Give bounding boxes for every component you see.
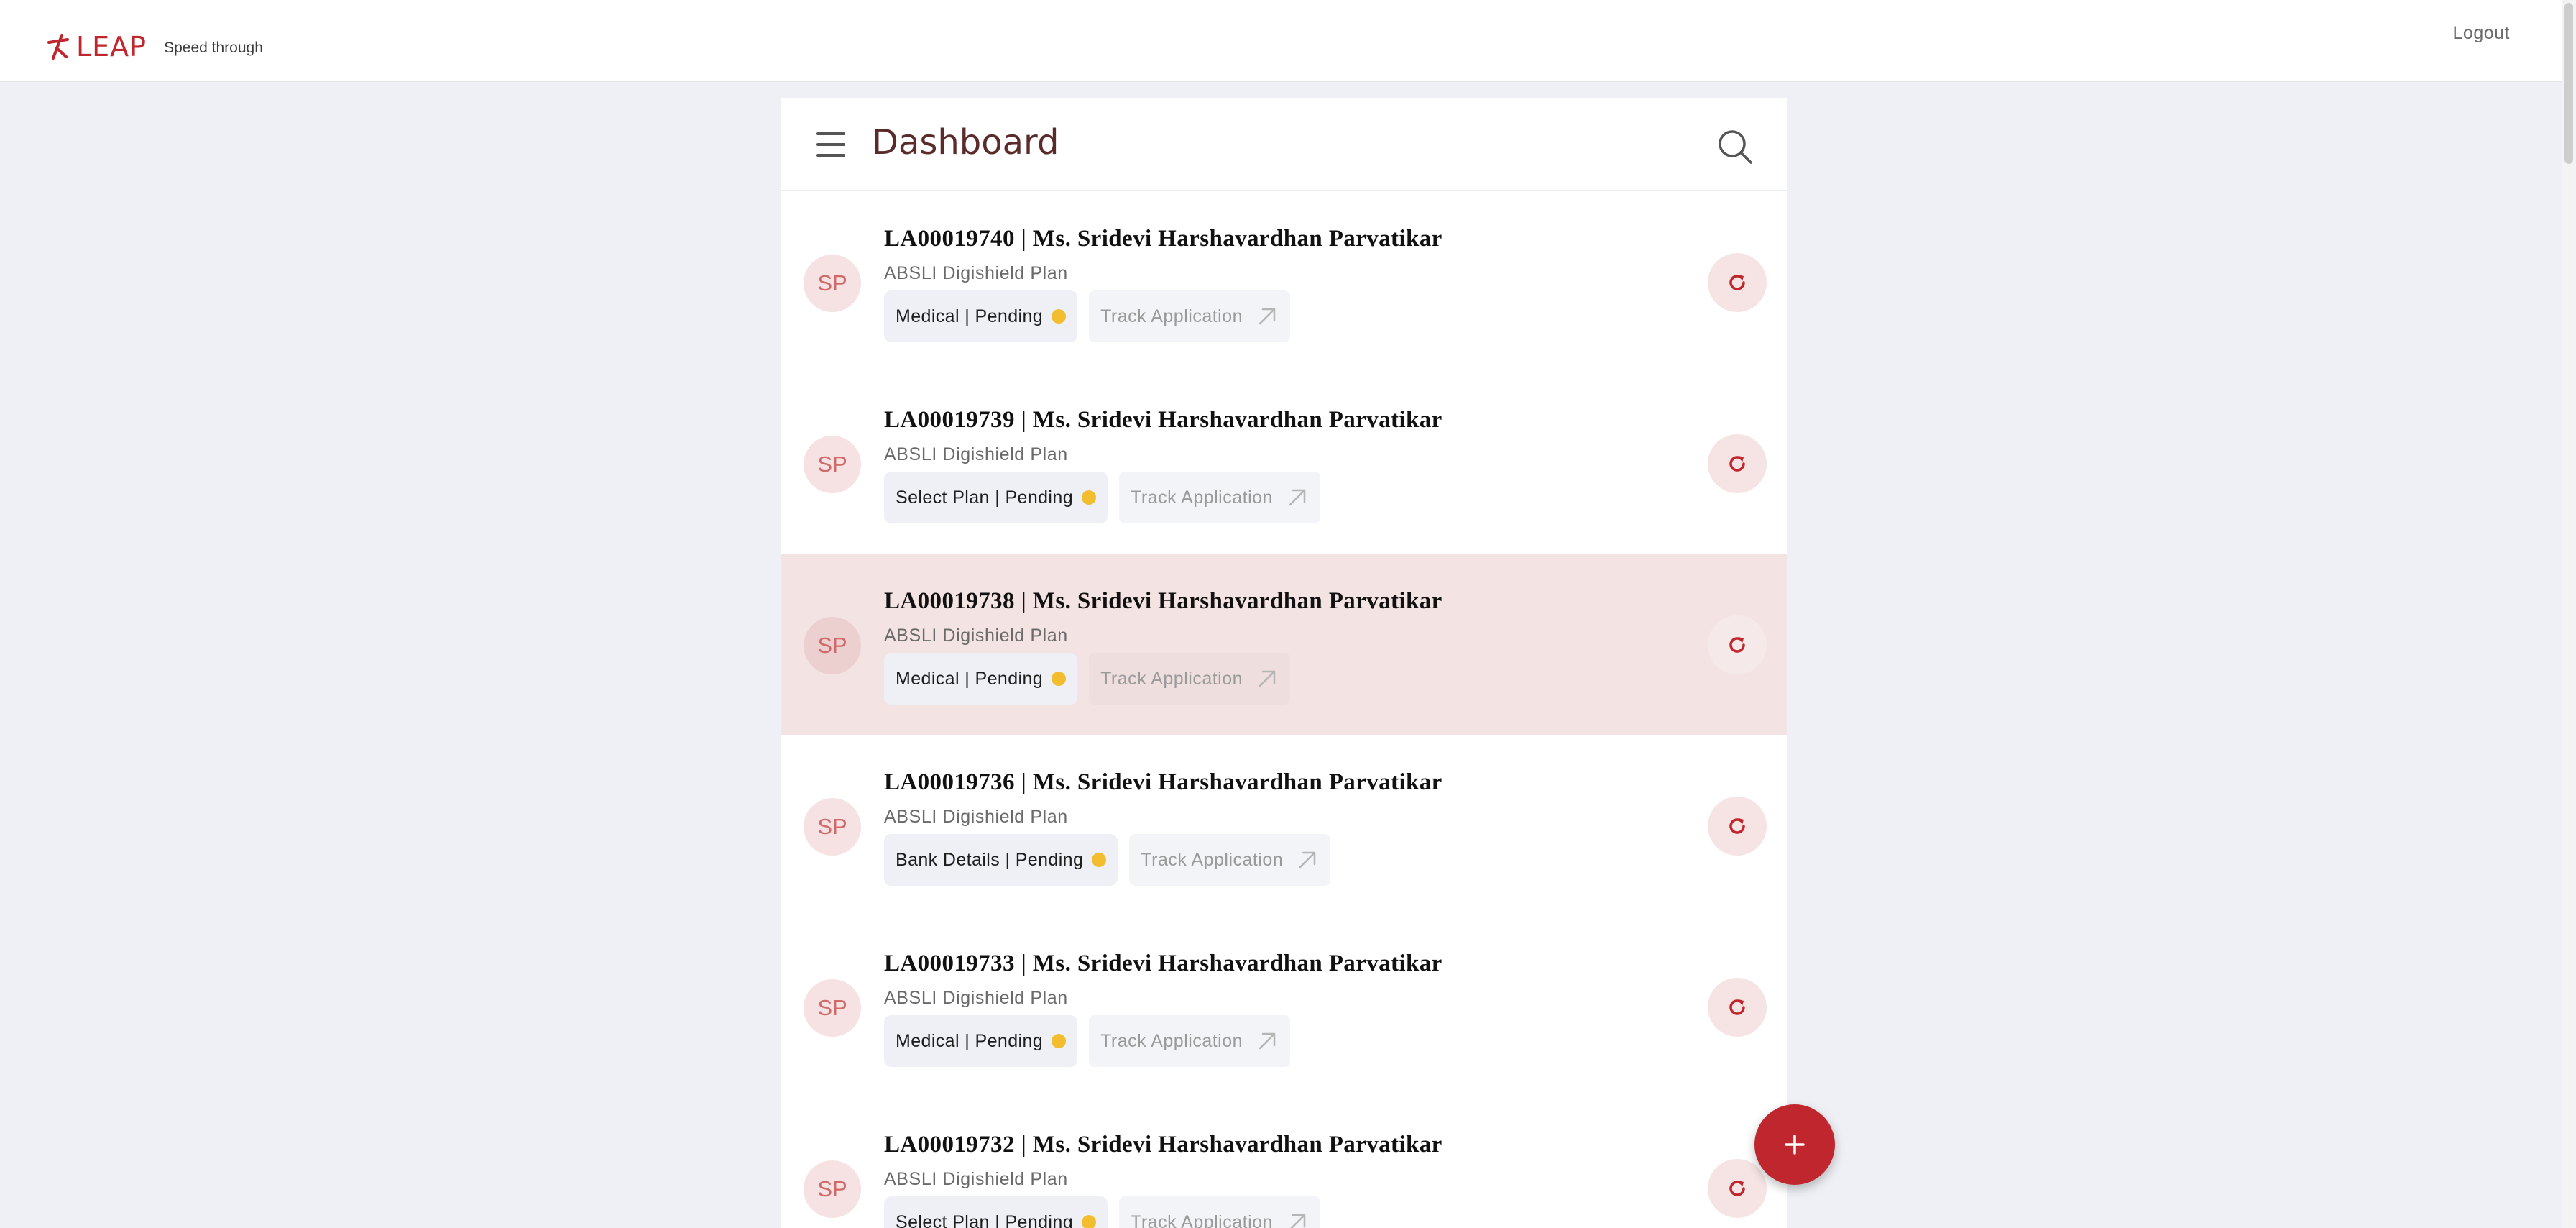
status-chip: Select Plan | Pending (884, 472, 1108, 523)
status-label: Bank Details | Pending (896, 849, 1084, 870)
application-row[interactable]: SP LA00019740 | Ms. Sridevi Harshavardha… (781, 191, 1787, 372)
application-title: LA00019733 | Ms. Sridevi Harshavardhan P… (884, 950, 1443, 976)
avatar: SP (804, 979, 861, 1037)
refresh-button[interactable] (1708, 797, 1767, 856)
plus-icon (1785, 1135, 1805, 1155)
pending-dot-icon (1052, 672, 1067, 686)
application-row[interactable]: SP LA00019733 | Ms. Sridevi Harshavardha… (781, 916, 1787, 1097)
application-title: LA00019738 | Ms. Sridevi Harshavardhan P… (884, 588, 1443, 614)
leap-runner-icon (47, 34, 69, 60)
brand-logo[interactable]: LEAP Speed through (46, 29, 263, 65)
plan-name: ABSLI Digishield Plan (884, 263, 1068, 283)
arrow-up-right-icon (1289, 489, 1306, 506)
avatar: SP (804, 798, 861, 856)
status-label: Medical | Pending (896, 668, 1044, 689)
search-icon[interactable] (1716, 128, 1754, 165)
avatar: SP (804, 436, 861, 493)
track-application-button[interactable]: Track Application (1089, 653, 1291, 705)
track-application-label: Track Application (1100, 1030, 1243, 1051)
status-chip: Select Plan | Pending (884, 1196, 1108, 1228)
scrollbar-thumb[interactable] (2564, 3, 2573, 164)
plan-name: ABSLI Digishield Plan (884, 988, 1068, 1008)
track-application-label: Track Application (1100, 668, 1243, 689)
avatar: SP (804, 617, 861, 674)
pending-dot-icon (1082, 1215, 1096, 1228)
avatar: SP (804, 1160, 861, 1218)
arrow-up-right-icon (1259, 308, 1276, 325)
arrow-up-right-icon (1259, 670, 1276, 687)
plan-name: ABSLI Digishield Plan (884, 626, 1068, 646)
application-row[interactable]: SP LA00019732 | Ms. Sridevi Harshavardha… (781, 1097, 1787, 1228)
refresh-icon (1729, 1181, 1745, 1196)
refresh-icon (1729, 456, 1745, 472)
track-application-label: Track Application (1141, 849, 1284, 870)
track-application-label: Track Application (1131, 1211, 1273, 1228)
application-title: LA00019736 | Ms. Sridevi Harshavardhan P… (884, 769, 1443, 795)
application-title: LA00019739 | Ms. Sridevi Harshavardhan P… (884, 407, 1443, 433)
refresh-button[interactable] (1708, 978, 1767, 1037)
top-bar: LEAP Speed through Logout (0, 0, 2576, 82)
refresh-button[interactable] (1708, 615, 1767, 674)
add-application-button[interactable] (1754, 1104, 1835, 1185)
avatar: SP (804, 255, 861, 312)
refresh-icon (1729, 818, 1745, 834)
pending-dot-icon (1052, 309, 1067, 324)
status-chip: Bank Details | Pending (884, 834, 1118, 886)
application-row[interactable]: SP LA00019738 | Ms. Sridevi Harshavardha… (781, 554, 1787, 735)
refresh-button[interactable] (1708, 253, 1767, 312)
page-title: Dashboard (872, 122, 1059, 162)
logout-link[interactable]: Logout (2453, 23, 2510, 44)
status-label: Medical | Pending (896, 1030, 1044, 1051)
track-application-button[interactable]: Track Application (1119, 472, 1320, 523)
status-label: Select Plan | Pending (896, 487, 1073, 508)
refresh-button[interactable] (1708, 1159, 1767, 1218)
track-application-button[interactable]: Track Application (1089, 1015, 1291, 1067)
status-chip: Medical | Pending (884, 653, 1078, 705)
refresh-button[interactable] (1708, 434, 1767, 493)
plan-name: ABSLI Digishield Plan (884, 1169, 1068, 1189)
track-application-label: Track Application (1131, 487, 1273, 508)
status-chip: Medical | Pending (884, 1015, 1078, 1067)
status-label: Select Plan | Pending (896, 1211, 1073, 1228)
refresh-icon (1729, 275, 1745, 290)
hamburger-menu-icon[interactable] (816, 132, 845, 157)
status-label: Medical | Pending (896, 306, 1044, 326)
plan-name: ABSLI Digishield Plan (884, 444, 1068, 464)
refresh-icon (1729, 999, 1745, 1015)
brand-name: LEAP (76, 31, 147, 63)
pending-dot-icon (1082, 490, 1096, 505)
application-row[interactable]: SP LA00019736 | Ms. Sridevi Harshavardha… (781, 735, 1787, 916)
track-application-button[interactable]: Track Application (1119, 1196, 1320, 1228)
track-application-button[interactable]: Track Application (1089, 290, 1291, 342)
brand-tagline: Speed through (164, 40, 263, 56)
arrow-up-right-icon (1259, 1032, 1276, 1050)
arrow-up-right-icon (1299, 851, 1316, 869)
track-application-label: Track Application (1100, 306, 1243, 326)
arrow-up-right-icon (1290, 1214, 1306, 1228)
dashboard-header: Dashboard (781, 98, 1787, 191)
dashboard-panel: Dashboard SP LA00019740 | Ms. Sridevi Ha… (781, 98, 1787, 1228)
track-application-button[interactable]: Track Application (1129, 834, 1331, 886)
application-title: LA00019732 | Ms. Sridevi Harshavardhan P… (884, 1132, 1443, 1158)
application-list: SP LA00019740 | Ms. Sridevi Harshavardha… (781, 191, 1787, 1228)
refresh-icon (1729, 637, 1745, 653)
pending-dot-icon (1092, 853, 1107, 867)
pending-dot-icon (1052, 1034, 1067, 1048)
status-chip: Medical | Pending (884, 290, 1078, 342)
page-scrollbar[interactable] (2562, 0, 2576, 1228)
plan-name: ABSLI Digishield Plan (884, 807, 1068, 827)
application-row[interactable]: SP LA00019739 | Ms. Sridevi Harshavardha… (781, 372, 1787, 554)
application-title: LA00019740 | Ms. Sridevi Harshavardhan P… (884, 226, 1443, 252)
